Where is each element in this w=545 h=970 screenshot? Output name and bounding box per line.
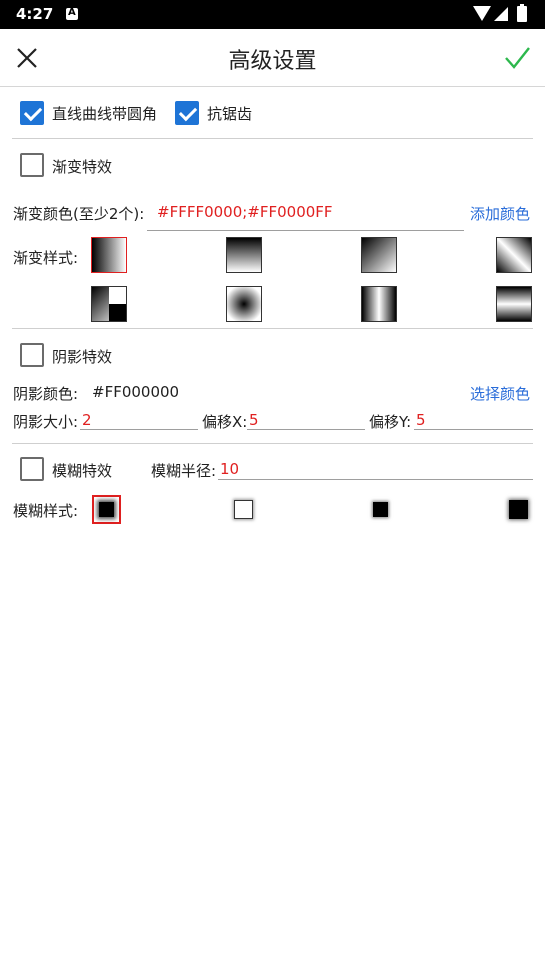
shadow-size-underline [80, 429, 198, 430]
gradient-style-vertical-mirror[interactable] [496, 286, 532, 322]
quadrant-black [109, 304, 126, 321]
offset-x-label: 偏移X: [202, 413, 248, 431]
gradient-style-horizontal-mirror[interactable] [361, 286, 397, 322]
confirm-button[interactable] [502, 43, 532, 73]
check-icon [505, 47, 530, 69]
offset-x-underline [247, 429, 365, 430]
status-bar: 4:27 [0, 0, 545, 29]
choose-color-link[interactable]: 选择颜色 [470, 383, 530, 404]
blur-style-inner[interactable] [373, 502, 388, 517]
add-color-link[interactable]: 添加颜色 [470, 203, 530, 224]
gradient-style-quadrant[interactable] [91, 286, 127, 322]
gradient-style-horizontal[interactable] [91, 237, 127, 273]
blur-label: 模糊特效 [52, 462, 113, 480]
notification-icon [66, 7, 78, 20]
blur-style-outer[interactable] [234, 500, 253, 519]
blur-radius-underline [218, 479, 533, 480]
signal-icon [494, 7, 508, 21]
gradient-colors-underline [147, 230, 464, 231]
blur-style-normal[interactable] [92, 495, 121, 524]
gradient-style-diagonal-mirror[interactable] [496, 237, 532, 273]
gradient-colors-label: 渐变颜色(至少2个): [13, 205, 145, 223]
divider [12, 138, 533, 139]
round-corner-checkbox[interactable] [20, 101, 44, 125]
page-title: 高级设置 [228, 49, 317, 74]
shadow-checkbox[interactable] [20, 343, 44, 367]
antialias-label: 抗锯齿 [207, 105, 253, 123]
gradient-style-diagonal[interactable] [361, 237, 397, 273]
offset-y-underline [414, 429, 533, 430]
app-bar: 高级设置 [0, 29, 545, 87]
offset-y-input[interactable]: 5 [416, 411, 426, 429]
blur-radius-label: 模糊半径: [151, 462, 217, 480]
blur-normal-preview [99, 502, 114, 517]
gradient-style-radial[interactable] [226, 286, 262, 322]
gradient-checkbox[interactable] [20, 153, 44, 177]
gradient-style-label: 渐变样式: [13, 249, 79, 267]
gradient-style-vertical[interactable] [226, 237, 262, 273]
wifi-icon [473, 6, 491, 21]
blur-radius-input[interactable]: 10 [220, 460, 239, 478]
status-time: 4:27 [16, 5, 54, 23]
blur-style-solid[interactable] [509, 500, 528, 519]
divider [12, 328, 533, 329]
gradient-colors-input[interactable]: #FFFF0000;#FF0000FF [157, 203, 333, 221]
antialias-checkbox[interactable] [175, 101, 199, 125]
battery-icon [517, 4, 527, 22]
blur-checkbox[interactable] [20, 457, 44, 481]
round-corner-label: 直线曲线带圆角 [52, 105, 158, 123]
offset-y-label: 偏移Y: [369, 413, 412, 431]
shadow-size-input[interactable]: 2 [82, 411, 92, 429]
divider [12, 443, 533, 444]
quadrant-white [109, 287, 126, 304]
shadow-color-label: 阴影颜色: [13, 385, 79, 403]
shadow-color-value: #FF000000 [92, 383, 180, 401]
offset-x-input[interactable]: 5 [249, 411, 259, 429]
shadow-size-label: 阴影大小: [13, 413, 79, 431]
gradient-label: 渐变特效 [52, 158, 113, 176]
blur-style-label: 模糊样式: [13, 502, 79, 520]
shadow-label: 阴影特效 [52, 348, 113, 366]
